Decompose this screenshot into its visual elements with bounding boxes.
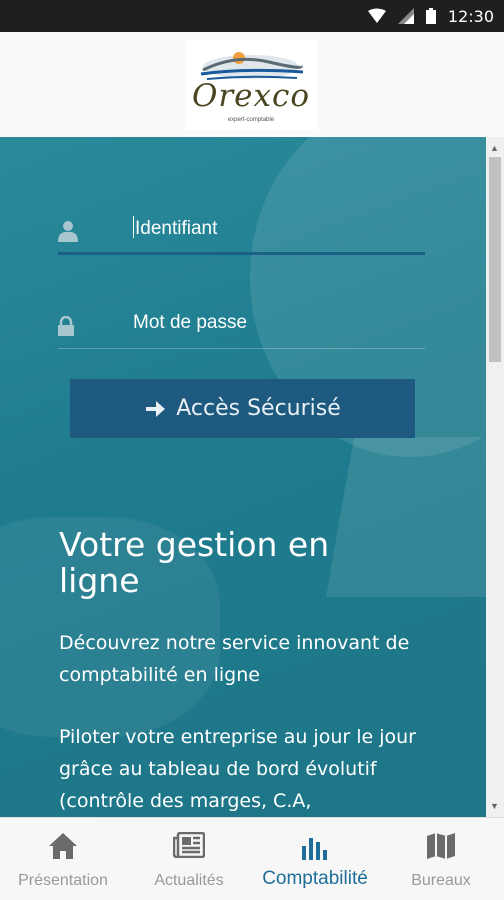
orexco-logo: Orexco expert-comptable xyxy=(185,40,317,130)
main-content: Identifiant Mot de passe Accès Sécurisé … xyxy=(0,137,504,817)
nav-label-presentation: Présentation xyxy=(18,872,108,889)
password-field[interactable]: Mot de passe xyxy=(58,305,425,349)
logo-subtitle: expert-comptable xyxy=(227,117,275,123)
text-cursor xyxy=(133,216,134,238)
scroll-up-icon[interactable]: ▲ xyxy=(490,143,499,153)
vertical-scrollbar[interactable]: ▲ ▼ xyxy=(486,137,504,817)
status-icons: 12:30 xyxy=(367,0,494,32)
bottom-navigation: Présentation Actualités Comptabilité Bur… xyxy=(0,817,504,900)
nav-item-actualites[interactable]: Actualités xyxy=(126,818,252,900)
signal-icon xyxy=(397,8,414,24)
description-paragraph: Piloter votre entreprise au jour le jour… xyxy=(59,726,416,812)
username-underline xyxy=(58,252,425,255)
wifi-icon xyxy=(367,8,386,23)
nav-item-comptabilite[interactable]: Comptabilité xyxy=(252,818,378,900)
lock-icon xyxy=(58,316,74,336)
status-time: 12:30 xyxy=(447,6,494,26)
password-underline xyxy=(58,348,425,349)
nav-label-bureaux: Bureaux xyxy=(411,872,471,889)
app-header: Orexco expert-comptable xyxy=(0,32,504,137)
username-input: Identifiant xyxy=(133,216,217,240)
status-bar: 12:30 xyxy=(0,0,504,32)
bar-chart-icon xyxy=(302,838,327,860)
secure-access-button[interactable]: Accès Sécurisé xyxy=(70,379,415,438)
nav-label-actualites: Actualités xyxy=(154,872,224,889)
nav-item-bureaux[interactable]: Bureaux xyxy=(378,818,504,900)
section-headline: Votre gestion en ligne xyxy=(59,525,330,600)
nav-label-comptabilite: Comptabilité xyxy=(262,868,368,889)
logo-wordmark: Orexco xyxy=(191,78,311,114)
newspaper-icon xyxy=(173,832,205,858)
arrow-right-icon xyxy=(146,400,166,417)
password-placeholder: Mot de passe xyxy=(133,312,248,333)
secure-access-label: Accès Sécurisé xyxy=(176,396,341,421)
nav-item-presentation[interactable]: Présentation xyxy=(0,818,126,900)
scroll-down-icon[interactable]: ▼ xyxy=(490,801,499,811)
map-icon xyxy=(427,833,455,859)
username-placeholder: Identifiant xyxy=(135,218,218,239)
battery-icon xyxy=(425,8,436,24)
user-icon xyxy=(58,221,78,242)
home-icon xyxy=(49,833,77,859)
scrollbar-thumb[interactable] xyxy=(489,157,501,362)
intro-paragraph: Découvrez notre service innovant de comp… xyxy=(59,632,410,686)
username-field[interactable]: Identifiant xyxy=(58,209,425,255)
